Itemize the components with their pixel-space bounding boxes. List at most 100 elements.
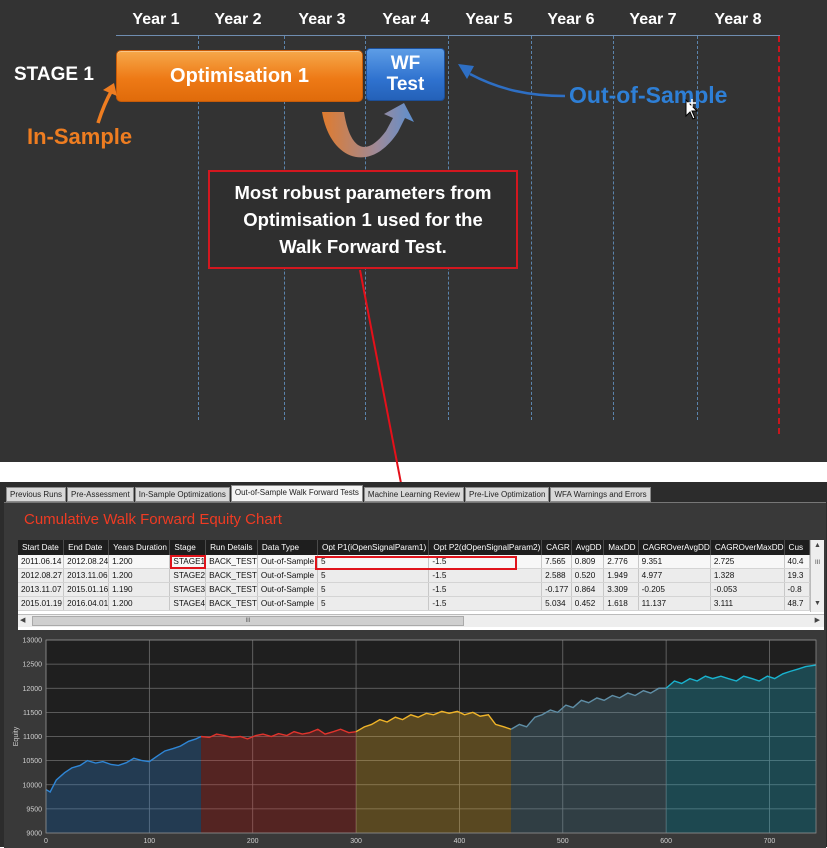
column-header[interactable]: Opt P2(dOpenSignalParam2) — [428, 540, 543, 555]
scroll-right-icon[interactable]: ▶ — [815, 615, 820, 627]
y-tick-label: 9500 — [26, 806, 42, 813]
table-cell: 0.864 — [571, 582, 605, 597]
scroll-thumb[interactable]: III — [811, 557, 824, 569]
table-cell: BACK_TEST — [205, 596, 258, 611]
tab-previous-runs[interactable]: Previous Runs — [6, 487, 67, 502]
table-cell: 40.4 — [784, 555, 810, 569]
table-row[interactable]: 2015.01.19 2016.04.01 1.200 STAGE4 BACK_… — [18, 596, 810, 611]
y-tick-label: 10000 — [23, 782, 43, 789]
x-tick-label: 300 — [350, 838, 362, 845]
results-grid: Start Date End Date Years Duration Stage… — [18, 540, 810, 612]
table-cell: 2012.08.27 — [18, 568, 65, 583]
tab-in-sample-optimizations[interactable]: In-Sample Optimizations — [134, 487, 230, 502]
table-row[interactable]: 2012.08.27 2013.11.06 1.200 STAGE2 BACK_… — [18, 568, 810, 583]
x-tick-label: 700 — [764, 838, 776, 845]
y-tick-label: 11000 — [23, 734, 42, 741]
y-tick-label: 10500 — [23, 758, 43, 765]
transfer-curve-arrow — [322, 103, 414, 158]
table-cell: 2015.01.19 — [18, 596, 65, 611]
table-cell: 1.200 — [108, 568, 171, 583]
scroll-down-icon[interactable]: ▼ — [811, 598, 824, 610]
table-cell: 2016.04.01 — [63, 596, 110, 611]
table-cell: 2011.06.14 — [18, 555, 65, 569]
x-tick-label: 400 — [454, 838, 466, 845]
table-cell: 1.200 — [108, 555, 171, 569]
out-of-sample-arrow-head — [458, 64, 474, 79]
table-cell: 11.137 — [638, 596, 711, 611]
table-cell: 5 — [317, 568, 430, 583]
tab-pre-assessment[interactable]: Pre-Assessment — [67, 487, 134, 502]
column-header[interactable]: CAGROverMaxDD — [710, 540, 785, 555]
scroll-thumb-horizontal[interactable]: III — [32, 616, 464, 626]
x-tick-label: 500 — [557, 838, 569, 845]
y-tick-label: 12500 — [23, 662, 43, 669]
tab-machine-learning-review[interactable]: Machine Learning Review — [363, 487, 464, 502]
table-cell: 5 — [317, 596, 430, 611]
horizontal-scrollbar[interactable]: ◀ III ▶ — [18, 614, 824, 627]
vertical-scrollbar[interactable]: ▲ III ▼ — [810, 540, 824, 612]
series-area — [356, 711, 512, 833]
table-cell: 1.328 — [710, 568, 785, 583]
table-cell: 9.351 — [638, 555, 711, 569]
table-cell: 0.520 — [571, 568, 605, 583]
chart-title: Cumulative Walk Forward Equity Chart — [24, 511, 282, 528]
scroll-grip: III — [245, 618, 251, 624]
column-header[interactable]: Stage — [169, 540, 207, 555]
table-cell: 1.949 — [603, 568, 639, 583]
table-header-row: Start Date End Date Years Duration Stage… — [18, 540, 810, 555]
application-panel: Previous Runs Pre-Assessment In-Sample O… — [0, 482, 827, 848]
tab-pre-live-optimization[interactable]: Pre-Live Optimization — [464, 487, 550, 502]
y-tick-label: 9000 — [26, 831, 42, 838]
column-header[interactable]: Start Date — [18, 540, 65, 555]
table-cell: BACK_TEST — [205, 555, 258, 569]
table-cell: 5.034 — [541, 596, 572, 611]
column-header[interactable]: CAGROverAvgDD — [638, 540, 711, 555]
results-table: Start Date End Date Years Duration Stage… — [18, 540, 810, 611]
results-table-panel: Start Date End Date Years Duration Stage… — [18, 540, 824, 630]
y-tick-label: 12000 — [23, 686, 43, 693]
in-sample-arrow — [96, 89, 114, 124]
tab-bar: Previous Runs Pre-Assessment In-Sample O… — [6, 485, 652, 502]
x-tick-label: 100 — [144, 838, 156, 845]
table-row[interactable]: 2013.11.07 2015.01.16 1.190 STAGE3 BACK_… — [18, 582, 810, 597]
x-tick-label: 600 — [660, 838, 672, 845]
table-cell: 2.588 — [541, 568, 572, 583]
column-header[interactable]: Opt P1(iOpenSignalParam1) — [317, 540, 430, 555]
table-cell: -1.5 — [428, 582, 543, 597]
column-header[interactable]: Cus — [784, 540, 810, 555]
series-area — [666, 665, 816, 833]
tab-wfa-warnings-and-errors[interactable]: WFA Warnings and Errors — [550, 487, 651, 502]
column-header[interactable]: CAGR — [541, 540, 572, 555]
table-cell: Out-of-Sample — [257, 568, 319, 583]
column-header[interactable]: Data Type — [257, 540, 319, 555]
table-cell: 2.725 — [710, 555, 785, 569]
table-cell: 2.776 — [603, 555, 639, 569]
column-header[interactable]: MaxDD — [603, 540, 639, 555]
table-cell: STAGE1 — [169, 555, 207, 569]
table-cell: 4.977 — [638, 568, 711, 583]
column-header[interactable]: End Date — [63, 540, 110, 555]
table-cell: Out-of-Sample — [257, 582, 319, 597]
table-cell: 2015.01.16 — [63, 582, 110, 597]
table-cell: BACK_TEST — [205, 568, 258, 583]
table-cell: STAGE2 — [169, 568, 207, 583]
param-highlight — [315, 556, 517, 570]
tab-out-of-sample-walk-forward-tests[interactable]: Out-of-Sample Walk Forward Tests — [230, 485, 363, 502]
scroll-left-icon[interactable]: ◀ — [20, 615, 25, 627]
y-tick-label: 11500 — [23, 710, 42, 717]
column-header[interactable]: AvgDD — [571, 540, 605, 555]
table-cell: 2012.08.24 — [63, 555, 110, 569]
scroll-up-icon[interactable]: ▲ — [811, 540, 824, 552]
table-cell: 0.809 — [571, 555, 605, 569]
column-header[interactable]: Years Duration — [108, 540, 171, 555]
out-of-sample-arrow — [469, 72, 566, 98]
table-cell: 3.309 — [603, 582, 639, 597]
table-cell: 1.200 — [108, 596, 171, 611]
equity-chart: 9000 9500 10000 10500 11000 11500 12000 12500 13… — [13, 638, 817, 845]
x-tick-label: 200 — [247, 838, 259, 845]
table-cell: 48.7 — [784, 596, 810, 611]
column-header[interactable]: Run Details — [205, 540, 258, 555]
x-tick-label: 0 — [44, 838, 48, 845]
table-cell: 19.3 — [784, 568, 810, 583]
table-cell: 2013.11.07 — [18, 582, 65, 597]
